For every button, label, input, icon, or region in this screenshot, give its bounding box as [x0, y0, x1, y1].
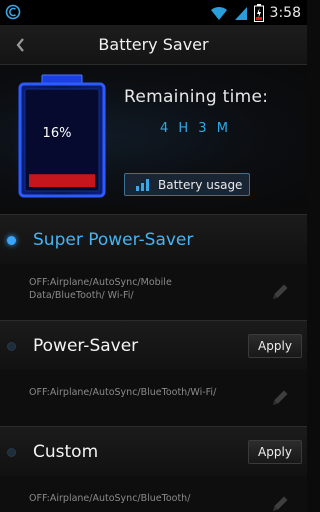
- apply-button[interactable]: Apply: [248, 440, 302, 464]
- mode-name: Custom: [33, 442, 99, 462]
- pencil-icon[interactable]: [266, 490, 294, 512]
- mode-header[interactable]: Super Power-Saver: [0, 214, 307, 264]
- remaining-time-label: Remaining time:: [124, 87, 269, 107]
- battery-icon: [253, 4, 264, 22]
- mode-description: OFF:Airplane/AutoSync/Mobile Data/BlueTo…: [29, 277, 172, 301]
- title-bar: Battery Saver: [0, 25, 307, 65]
- mode-description: OFF:Airplane/AutoSync/BlueTooth/: [29, 493, 191, 504]
- status-bar: 3:58: [0, 0, 307, 25]
- battery-usage-button[interactable]: Battery usage: [124, 173, 250, 196]
- mode-header[interactable]: Custom Apply: [0, 426, 307, 476]
- radio-dot-icon[interactable]: [7, 236, 16, 245]
- mode-detail: OFF:Airplane/AutoSync/BlueTooth/: [0, 476, 307, 512]
- battery-level-fill: [29, 174, 95, 187]
- mode-name: Super Power-Saver: [33, 230, 194, 250]
- mode-description: OFF:Airplane/AutoSync/BlueTooth/Wi-Fi/: [29, 387, 217, 398]
- radio-dot-icon[interactable]: [7, 448, 16, 457]
- remaining-time-value: 4 H 3 M: [160, 121, 231, 136]
- mode-detail: OFF:Airplane/AutoSync/Mobile Data/BlueTo…: [0, 264, 307, 320]
- mode-detail: OFF:Airplane/AutoSync/BlueTooth/Wi-Fi/: [0, 370, 307, 426]
- pencil-icon[interactable]: [266, 384, 294, 412]
- battery-usage-label: Battery usage: [158, 177, 243, 192]
- bar-chart-icon: [136, 178, 149, 191]
- apply-button[interactable]: Apply: [248, 334, 302, 358]
- mode-name: Power-Saver: [33, 336, 139, 356]
- status-time: 3:58: [269, 5, 301, 21]
- wifi-icon: [210, 6, 227, 20]
- app-icon: [5, 4, 21, 20]
- pencil-icon[interactable]: [266, 278, 294, 306]
- signal-icon: [234, 7, 247, 20]
- radio-dot-icon[interactable]: [7, 342, 16, 351]
- battery-status-panel: 16% Remaining time: 4 H 3 M Battery usag…: [0, 65, 307, 207]
- battery-percent: 16%: [42, 126, 72, 141]
- mode-header[interactable]: Power-Saver Apply: [0, 320, 307, 370]
- page-title: Battery Saver: [98, 35, 209, 54]
